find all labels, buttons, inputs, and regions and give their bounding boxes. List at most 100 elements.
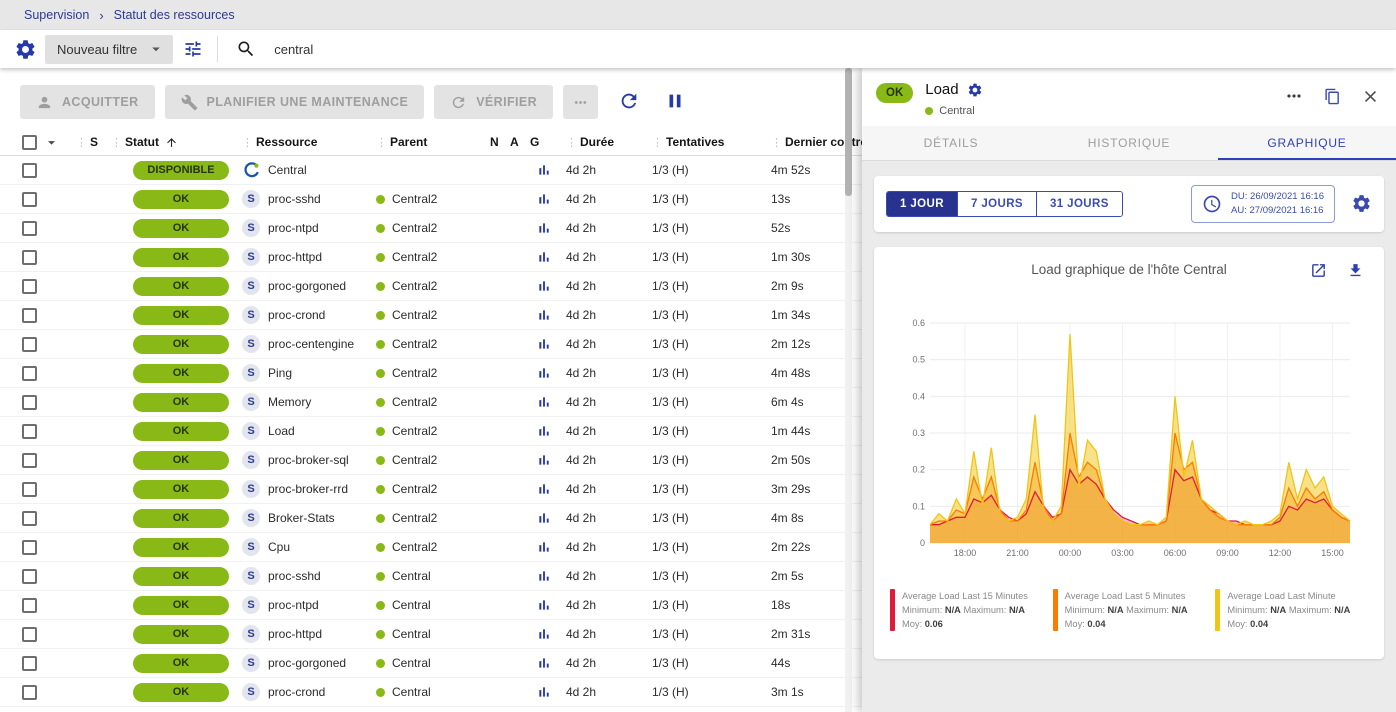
parent-cell[interactable]: Central2 [370,337,490,351]
header-resource[interactable]: Ressource [256,135,317,149]
header-tries[interactable]: Tentatives [666,135,724,149]
parent-cell[interactable]: Central2 [370,221,490,235]
copy-link-icon[interactable] [1324,88,1341,105]
row-select-checkbox[interactable] [0,221,60,236]
resource-settings-gear-icon[interactable] [967,82,983,98]
legend-item[interactable]: Average Load Last 5 MinutesMinimum: N/A … [1053,589,1206,632]
graph-icon[interactable] [536,684,552,700]
resource-cell[interactable]: Sproc-gorgoned [230,277,370,295]
column-menu-icon[interactable]: ⋮ [566,136,577,149]
column-menu-icon[interactable]: ⋮ [652,136,663,149]
graph-icon[interactable] [536,394,552,410]
row-select-checkbox[interactable] [0,424,60,439]
parent-cell[interactable]: Central2 [370,540,490,554]
filter-settings-gear-icon[interactable] [14,38,37,61]
close-panel-icon[interactable] [1361,87,1380,106]
graph-settings-gear-icon[interactable] [1351,193,1372,214]
legend-item[interactable]: Average Load Last 15 MinutesMinimum: N/A… [890,589,1043,632]
graph-icon[interactable] [536,481,552,497]
panel-more-icon[interactable] [1284,86,1304,106]
column-menu-icon[interactable]: ⋮ [771,136,782,149]
parent-cell[interactable]: Central2 [370,395,490,409]
row-select-checkbox[interactable] [0,279,60,294]
header-severity[interactable]: S [90,135,98,149]
column-menu-icon[interactable]: ⋮ [242,136,253,149]
resource-cell[interactable]: SPing [230,364,370,382]
resource-cell[interactable]: Sproc-gorgoned [230,654,370,672]
advanced-filters-tune-icon[interactable] [183,39,203,59]
row-select-checkbox[interactable] [0,482,60,497]
header-graph[interactable]: G [530,135,539,149]
graph-icon[interactable] [536,191,552,207]
row-select-checkbox[interactable] [0,192,60,207]
resource-cell[interactable]: Sproc-crond [230,683,370,701]
row-select-checkbox[interactable] [0,453,60,468]
graph-icon[interactable] [536,423,552,439]
check-button[interactable]: VÉRIFIER [434,85,553,119]
download-icon[interactable] [1347,262,1364,279]
resource-cell[interactable]: Sproc-broker-sql [230,451,370,469]
resource-cell[interactable]: SMemory [230,393,370,411]
graph-icon[interactable] [536,220,552,236]
graph-icon[interactable] [536,278,552,294]
parent-cell[interactable]: Central [370,656,490,670]
parent-cell[interactable]: Central2 [370,453,490,467]
graph-icon[interactable] [536,510,552,526]
row-select-checkbox[interactable] [0,250,60,265]
parent-cell[interactable]: Central [370,685,490,699]
resource-cell[interactable]: Sproc-httpd [230,248,370,266]
graph-icon[interactable] [536,365,552,381]
header-notification[interactable]: N [490,135,499,149]
select-dropdown-icon[interactable] [43,134,60,151]
resource-cell[interactable]: SBroker-Stats [230,509,370,527]
table-scrollbar[interactable] [845,68,852,712]
breadcrumb-item-statut-ressources[interactable]: Statut des ressources [114,8,235,22]
graph-icon[interactable] [536,626,552,642]
parent-cell[interactable]: Central [370,627,490,641]
row-select-checkbox[interactable] [0,656,60,671]
breadcrumb-item-supervision[interactable]: Supervision [24,8,89,22]
header-ack[interactable]: A [510,135,519,149]
refresh-button[interactable] [614,86,644,119]
column-menu-icon[interactable]: ⋮ [111,136,122,149]
graph-icon[interactable] [536,655,552,671]
row-select-checkbox[interactable] [0,395,60,410]
acknowledge-button[interactable]: ACQUITTER [20,85,155,119]
row-select-checkbox[interactable] [0,569,60,584]
search-input[interactable] [272,41,692,58]
parent-cell[interactable]: Central2 [370,424,490,438]
parent-cell[interactable]: Central2 [370,308,490,322]
date-range-picker[interactable]: DU: 26/09/2021 16:16 AU: 27/09/2021 16:1… [1191,185,1335,223]
row-select-checkbox[interactable] [0,685,60,700]
resource-cell[interactable]: Sproc-centengine [230,335,370,353]
tab-historique[interactable]: HISTORIQUE [1040,126,1218,160]
time-range-1-day-button[interactable]: 1 JOUR [887,192,957,216]
resource-cell[interactable]: Central [230,161,370,179]
time-range-7-days-button[interactable]: 7 JOURS [957,192,1036,216]
tab-details[interactable]: DÉTAILS [862,126,1040,160]
row-select-checkbox[interactable] [0,366,60,381]
resource-cell[interactable]: Sproc-ntpd [230,596,370,614]
scrollbar-thumb[interactable] [845,68,852,196]
row-select-checkbox[interactable] [0,540,60,555]
graph-icon[interactable] [536,452,552,468]
select-all-checkbox[interactable] [22,135,37,150]
resource-cell[interactable]: Sproc-broker-rrd [230,480,370,498]
row-select-checkbox[interactable] [0,308,60,323]
parent-cell[interactable]: Central2 [370,511,490,525]
header-status[interactable]: Statut [125,135,159,149]
tab-graphique[interactable]: GRAPHIQUE [1218,126,1396,160]
parent-cell[interactable]: Central2 [370,366,490,380]
graph-icon[interactable] [536,597,552,613]
column-menu-icon[interactable]: ⋮ [76,136,87,149]
resource-cell[interactable]: Sproc-crond [230,306,370,324]
graph-icon[interactable] [536,539,552,555]
parent-cell[interactable]: Central2 [370,250,490,264]
more-actions-button[interactable] [563,85,598,119]
filter-select[interactable]: Nouveau filtre [45,35,173,64]
pause-refresh-button[interactable] [660,86,690,119]
resource-cell[interactable]: Sproc-sshd [230,567,370,585]
row-select-checkbox[interactable] [0,163,60,178]
header-parent[interactable]: Parent [390,135,427,149]
resource-cell[interactable]: Sproc-ntpd [230,219,370,237]
